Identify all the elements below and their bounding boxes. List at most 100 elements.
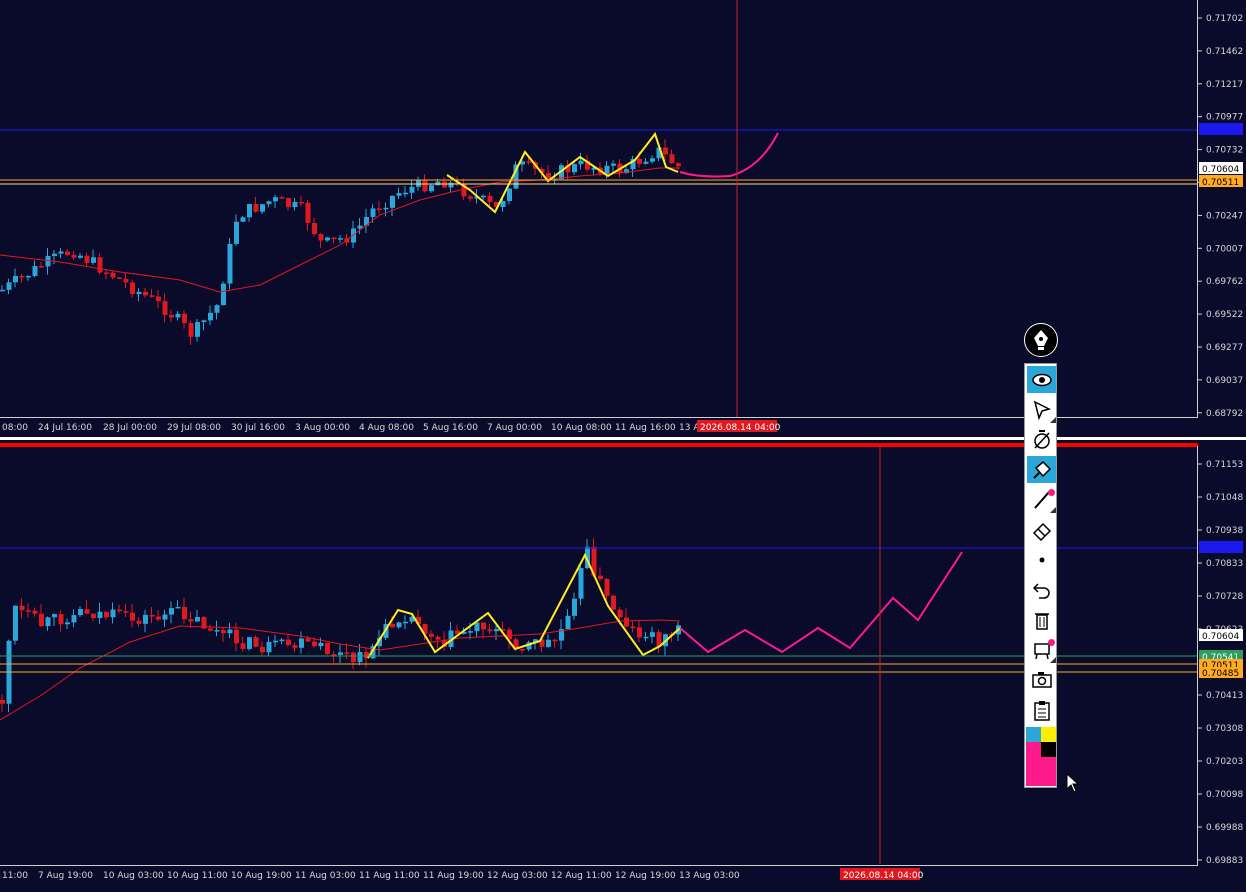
upper-orange-price-tag: 0.70511	[1199, 175, 1243, 188]
lower-price-chart[interactable]: 0.71153 0.71048 0.70938 0.70833 0.70728 0.706…	[0, 446, 1246, 892]
candle-body	[91, 257, 96, 263]
palette-cyan-swatch[interactable]	[1026, 727, 1041, 742]
candle-body	[71, 254, 77, 258]
price-label: 0.70308	[1206, 724, 1243, 734]
price-label: 0.69883	[1206, 856, 1243, 866]
candle-body	[598, 575, 603, 580]
candle-body	[169, 608, 174, 615]
price-label: 0.70938	[1206, 526, 1243, 536]
candle-body	[500, 201, 506, 208]
pane-separator[interactable]	[0, 437, 1246, 440]
candle-body	[643, 636, 649, 639]
undo-icon[interactable]	[1027, 576, 1056, 603]
eye-icon[interactable]	[1027, 366, 1056, 393]
candle-body	[299, 202, 304, 204]
palette-selected-color[interactable]	[1026, 757, 1056, 786]
candle-body	[650, 632, 655, 637]
time-label: 10 Aug 11:00	[167, 871, 228, 881]
palette-black-swatch[interactable]	[1041, 742, 1056, 757]
candle-body	[182, 313, 187, 324]
line-icon[interactable]	[1027, 486, 1056, 513]
time-label: 11 Aug 11:00	[359, 871, 420, 881]
candle-body	[481, 622, 486, 630]
candle-body	[188, 323, 194, 337]
candle-body	[110, 272, 116, 278]
candle-body	[390, 624, 395, 628]
candle-body	[91, 613, 96, 619]
upper-price-chart[interactable]: 0.717020.714620.712170.709770.707320.704…	[0, 0, 1246, 436]
price-label: 0.70732	[1206, 146, 1243, 156]
candle-body	[39, 265, 44, 268]
paint-icon[interactable]	[1027, 456, 1056, 483]
time-label: 10 Aug 08:00	[551, 423, 612, 433]
candle-body	[162, 301, 168, 315]
candle-body	[266, 201, 272, 205]
candle-body	[487, 195, 493, 203]
price-label: 0.70098	[1206, 790, 1243, 800]
price-label: 0.71702	[1206, 14, 1243, 24]
eraser-icon[interactable]	[1027, 516, 1056, 543]
dot-icon[interactable]	[1027, 546, 1056, 573]
candle-body	[78, 609, 83, 616]
candle-body	[240, 643, 246, 649]
upper-chart-pane[interactable]: 0.717020.714620.712170.709770.707320.704…	[0, 0, 1246, 436]
svg-text:0.70604: 0.70604	[1202, 165, 1239, 175]
candle-body	[572, 598, 577, 616]
lower-time-axis[interactable]: 11:00 7 Aug 19:00 10 Aug 03:00 10 Aug 11:00…	[2, 871, 740, 881]
candle-body	[494, 629, 499, 632]
palette-pink-swatch[interactable]	[1026, 742, 1041, 757]
candle-body	[299, 638, 304, 648]
upper-time-axis[interactable]: 08:00 24 Jul 16:00 28 Jul 00:00 29 Jul 08:0…	[2, 423, 700, 433]
time-label: 12 Aug 11:00	[551, 871, 612, 881]
candle-body	[305, 202, 311, 223]
candle-body	[117, 277, 122, 279]
lower-projection-line	[679, 551, 963, 654]
candle-body	[331, 237, 337, 239]
candle-body	[435, 636, 441, 640]
upper-price-axis[interactable]: 0.717020.714620.712170.709770.707320.704…	[1198, 14, 1243, 419]
time-label: 11 Aug 03:00	[295, 871, 356, 881]
candle-body	[351, 652, 356, 663]
upper-projection-curve	[679, 132, 779, 178]
color-palette-icon[interactable]	[1026, 727, 1056, 786]
candle-body	[136, 620, 142, 624]
lower-chart-pane[interactable]: 0.71153 0.71048 0.70938 0.70833 0.70728 0.706…	[0, 446, 1246, 892]
pen-logo-icon[interactable]	[1024, 323, 1058, 357]
no-magnet-icon[interactable]	[1027, 426, 1056, 453]
candle-body	[26, 275, 31, 278]
price-label: 0.69988	[1206, 823, 1243, 833]
candle-body	[507, 188, 512, 202]
time-label: 30 Jul 16:00	[231, 423, 285, 433]
candle-body	[279, 639, 285, 642]
price-label: 0.71153	[1206, 460, 1243, 470]
candle-body	[195, 322, 200, 337]
candle-body	[318, 234, 324, 241]
lower-moving-average	[0, 619, 681, 721]
pointer-icon[interactable]	[1027, 396, 1056, 423]
time-label: 11:00	[2, 871, 28, 881]
candle-body	[617, 609, 623, 618]
candle-body	[52, 253, 57, 256]
candle-body	[19, 605, 25, 611]
camera-icon[interactable]	[1027, 666, 1056, 693]
candle-body	[409, 186, 415, 193]
candle-body	[247, 637, 252, 649]
svg-text:2026.08.14 04:00: 2026.08.14 04:00	[843, 871, 924, 881]
svg-text:0.70887: 0.70887	[1202, 126, 1239, 136]
candle-body	[676, 163, 681, 167]
price-label: 0.70728	[1206, 592, 1243, 602]
palette-yellow-swatch[interactable]	[1041, 727, 1056, 742]
candle-body	[149, 295, 155, 297]
svg-text:0.70604: 0.70604	[1202, 632, 1239, 642]
candle-body	[188, 619, 194, 622]
candle-body	[520, 649, 525, 651]
candle-body	[325, 642, 330, 655]
clipboard-icon[interactable]	[1027, 696, 1056, 723]
multi-trash-icon[interactable]	[1027, 636, 1056, 663]
time-label: 12 Aug 19:00	[615, 871, 676, 881]
candle-body	[286, 198, 291, 208]
trash-icon[interactable]	[1027, 606, 1056, 633]
candle-body	[58, 251, 64, 254]
candle-body	[58, 614, 64, 625]
price-label: 0.70247	[1206, 211, 1243, 221]
